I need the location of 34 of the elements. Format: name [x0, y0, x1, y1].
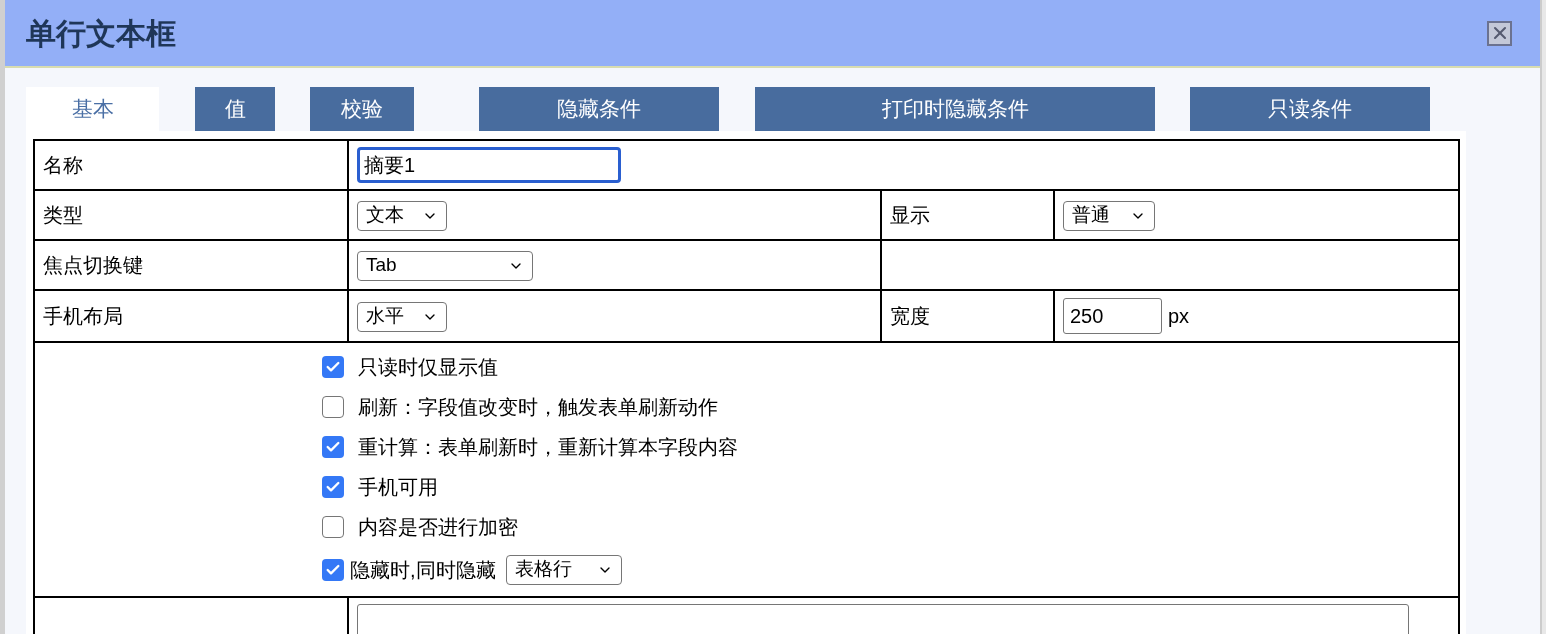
tab[interactable]: 打印时隐藏条件 [755, 87, 1155, 131]
name-input[interactable]: 摘要1 [357, 147, 621, 183]
close-button[interactable] [1487, 20, 1512, 46]
option-label: 刷新：字段值改变时，触发表单刷新动作 [358, 395, 718, 420]
option-label: 手机可用 [358, 475, 438, 500]
option-label: 只读时仅显示值 [358, 355, 498, 380]
checkbox[interactable] [322, 516, 344, 538]
option-label: 内容是否进行加密 [358, 515, 518, 540]
checkbox[interactable] [322, 558, 344, 581]
checkbox[interactable] [322, 396, 344, 418]
field-label: 显示 [890, 204, 930, 226]
window-title: 单行文本框 [26, 15, 176, 52]
field-label: 宽度 [890, 305, 930, 327]
tab[interactable]: 只读条件 [1190, 87, 1430, 131]
option-label: 隐藏时,同时隐藏 [350, 557, 496, 583]
type-select[interactable]: 文本 [357, 200, 447, 231]
unit-label: px [1168, 304, 1190, 329]
hide-scope-select[interactable]: 表格行 [505, 554, 622, 585]
focus-key-select[interactable]: Tab [357, 250, 533, 281]
checkbox[interactable] [322, 356, 344, 378]
tab[interactable]: 隐藏条件 [479, 87, 719, 131]
field-label: 手机布局 [43, 305, 123, 327]
width-input[interactable]: 250 [1063, 298, 1162, 334]
tab[interactable]: 值 [195, 87, 275, 131]
tab[interactable]: 基本 [26, 87, 159, 131]
tab[interactable]: 校验 [310, 87, 414, 131]
field-label: 名称 [43, 154, 83, 176]
display-select[interactable]: 普通 [1063, 200, 1155, 231]
layout-select[interactable]: 水平 [357, 301, 447, 332]
field-label: 焦点切换键 [43, 254, 143, 276]
checkbox[interactable] [322, 476, 344, 498]
field-label: 类型 [43, 204, 83, 226]
checkbox[interactable] [322, 436, 344, 458]
option-label: 重计算：表单刷新时，重新计算本字段内容 [358, 435, 738, 460]
